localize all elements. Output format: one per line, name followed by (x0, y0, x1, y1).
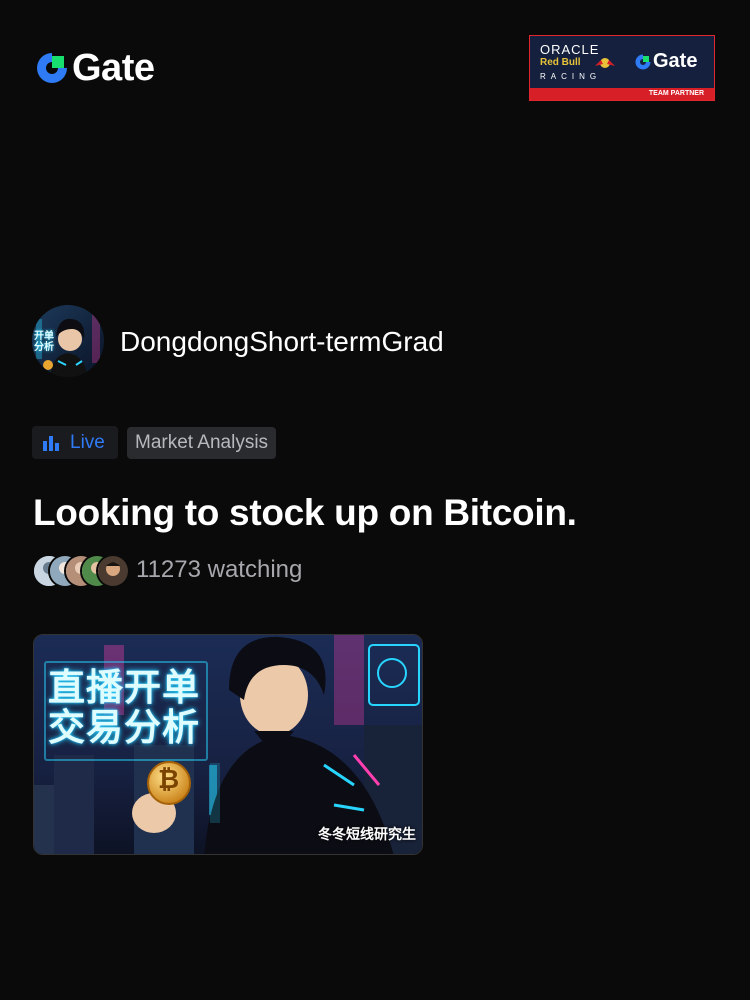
gate-logo-icon (37, 53, 67, 83)
stream-thumbnail[interactable]: 直播开单 交易分析 ₿ 冬冬短线研究生 (33, 634, 423, 855)
live-bars-icon (43, 435, 59, 451)
team-partner-label: TEAM PARTNER (530, 88, 714, 100)
red-bull-icon (595, 58, 615, 68)
live-badge: Live (32, 426, 118, 459)
stream-title: Looking to stock up on Bitcoin. (33, 492, 577, 533)
gate-logo-icon (635, 54, 651, 69)
team-partner-badge[interactable]: ORACLE Red Bull RACING Gate TEAM PARTNER (529, 35, 715, 101)
streamer-avatar[interactable]: 开单分析 (32, 305, 104, 377)
streamer-username[interactable]: DongdongShort-termGrad (120, 325, 444, 359)
gate-logo-text: Gate (72, 47, 155, 89)
thumbnail-headline-line2: 交易分析 (48, 707, 200, 748)
viewer-avatars (32, 553, 130, 588)
live-label: Live (70, 431, 105, 453)
partner-racing-text: RACING (540, 72, 602, 81)
partner-oracle-text: ORACLE (540, 42, 600, 57)
thumbnail-caption: 冬冬短线研究生 (318, 826, 416, 842)
thumbnail-headline-line1: 直播开单 (48, 667, 200, 708)
watching-count: 11273 watching (136, 556, 303, 583)
bitcoin-coin-icon: ₿ (158, 764, 180, 794)
category-tag[interactable]: Market Analysis (127, 427, 277, 459)
viewer-avatar (96, 554, 130, 588)
thumbnail-headline: 直播开单 交易分析 (48, 668, 200, 748)
partner-gate-text: Gate (653, 50, 698, 72)
viewer-count: 11273 watching (32, 553, 303, 588)
gate-logo[interactable]: Gate (34, 47, 155, 89)
avatar-overlay-text: 开单分析 (34, 331, 54, 353)
partner-gate-logo: Gate (634, 50, 697, 73)
partner-redbull-text: Red Bull (540, 57, 581, 68)
